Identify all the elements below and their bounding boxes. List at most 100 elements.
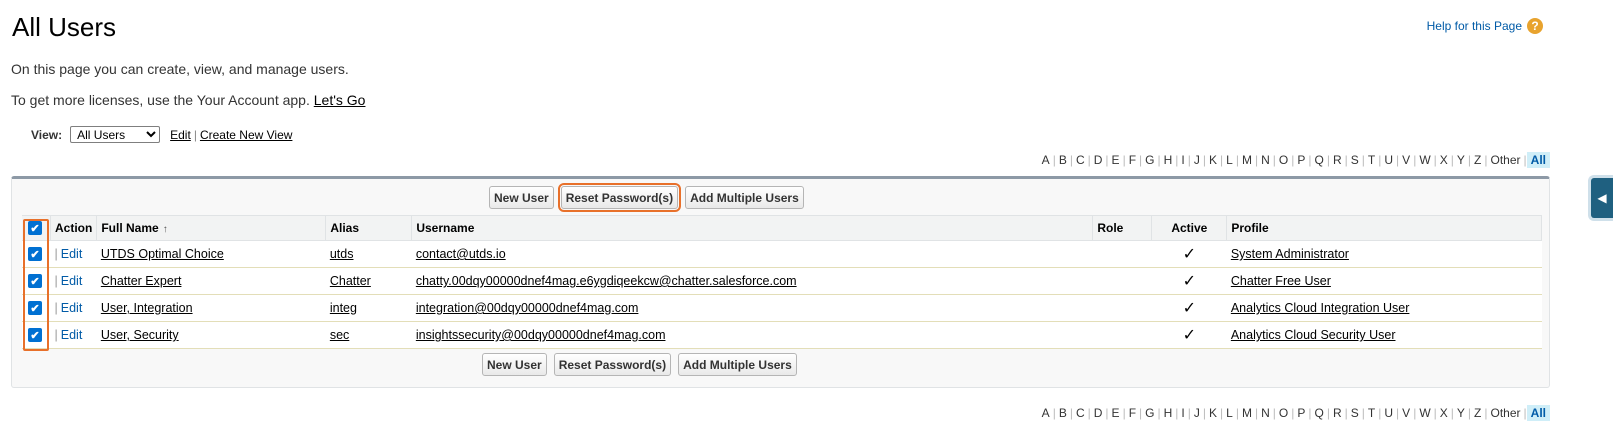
alpha-filter-other[interactable]: Other — [1488, 153, 1524, 167]
alpha-filter-a[interactable]: A — [1039, 153, 1053, 167]
reset-password-button[interactable]: Reset Password(s) — [557, 183, 682, 212]
view-select[interactable]: All Users — [70, 126, 161, 143]
alpha-filter-q[interactable]: Q — [1312, 153, 1327, 167]
alpha-filter-l[interactable]: L — [1223, 406, 1236, 420]
profile-link[interactable]: Analytics Cloud Security User — [1231, 328, 1396, 342]
reset-password-button-bottom[interactable]: Reset Password(s) — [553, 353, 672, 376]
alpha-filter-u[interactable]: U — [1381, 406, 1396, 420]
add-multiple-users-button[interactable]: Add Multiple Users — [685, 186, 804, 209]
alpha-filter-j[interactable]: J — [1191, 406, 1203, 420]
column-role[interactable]: Role — [1092, 215, 1153, 241]
alpha-filter-r[interactable]: R — [1330, 406, 1345, 420]
alpha-filter-e[interactable]: E — [1109, 153, 1123, 167]
profile-link[interactable]: System Administrator — [1231, 247, 1349, 261]
alpha-filter-m[interactable]: M — [1239, 153, 1255, 167]
alpha-filter-y[interactable]: Y — [1454, 153, 1468, 167]
alias-link[interactable]: integ — [330, 301, 357, 315]
edit-user-link[interactable]: Edit — [61, 247, 83, 261]
alpha-filter-g[interactable]: G — [1142, 406, 1157, 420]
alpha-filter-p[interactable]: P — [1294, 153, 1308, 167]
alpha-filter-y[interactable]: Y — [1454, 406, 1468, 420]
alpha-filter-f[interactable]: F — [1126, 406, 1139, 420]
select-all-header[interactable]: ✔ — [22, 215, 51, 241]
row-select-cell[interactable]: ✔ — [22, 240, 51, 268]
alpha-filter-h[interactable]: H — [1161, 406, 1176, 420]
alpha-filter-t[interactable]: T — [1365, 406, 1378, 420]
alpha-filter-v[interactable]: V — [1399, 153, 1413, 167]
alpha-filter-w[interactable]: W — [1416, 153, 1433, 167]
help-link[interactable]: Help for this Page ? — [1427, 18, 1543, 34]
alpha-filter-k[interactable]: K — [1206, 153, 1220, 167]
alpha-filter-a[interactable]: A — [1039, 406, 1053, 420]
alpha-filter-x[interactable]: X — [1437, 406, 1451, 420]
alpha-filter-q[interactable]: Q — [1312, 406, 1327, 420]
alpha-filter-all[interactable]: All — [1526, 405, 1550, 421]
full-name-link[interactable]: UTDS Optimal Choice — [101, 247, 224, 261]
row-select-cell[interactable]: ✔ — [22, 321, 51, 349]
column-profile[interactable]: Profile — [1226, 215, 1542, 241]
alpha-filter-d[interactable]: D — [1091, 153, 1106, 167]
alias-link[interactable]: utds — [330, 247, 354, 261]
alpha-filter-l[interactable]: L — [1223, 153, 1236, 167]
alpha-filter-t[interactable]: T — [1365, 153, 1378, 167]
column-alias[interactable]: Alias — [325, 215, 413, 241]
alpha-filter-i[interactable]: I — [1178, 406, 1187, 420]
alpha-filter-v[interactable]: V — [1399, 406, 1413, 420]
alpha-filter-j[interactable]: J — [1191, 153, 1203, 167]
row-checkbox[interactable]: ✔ — [28, 328, 42, 343]
alpha-filter-other[interactable]: Other — [1488, 406, 1524, 420]
alpha-filter-o[interactable]: O — [1276, 153, 1291, 167]
alpha-filter-u[interactable]: U — [1381, 153, 1396, 167]
alpha-filter-h[interactable]: H — [1161, 153, 1176, 167]
row-select-cell[interactable]: ✔ — [22, 294, 51, 322]
alias-link[interactable]: sec — [330, 328, 349, 342]
edit-user-link[interactable]: Edit — [61, 328, 83, 342]
row-checkbox[interactable]: ✔ — [28, 274, 42, 289]
alpha-filter-m[interactable]: M — [1239, 406, 1255, 420]
alpha-filter-b[interactable]: B — [1056, 153, 1070, 167]
full-name-link[interactable]: Chatter Expert — [101, 274, 182, 288]
sidebar-toggle[interactable]: ◀ — [1588, 175, 1613, 221]
alpha-filter-k[interactable]: K — [1206, 406, 1220, 420]
alpha-filter-g[interactable]: G — [1142, 153, 1157, 167]
alpha-filter-c[interactable]: C — [1073, 153, 1088, 167]
username-link[interactable]: chatty.00dqy00000dnef4mag.e6ygdiqeekcw@c… — [416, 274, 797, 288]
alpha-filter-w[interactable]: W — [1416, 406, 1433, 420]
profile-link[interactable]: Analytics Cloud Integration User — [1231, 301, 1410, 315]
full-name-link[interactable]: User, Integration — [101, 301, 193, 315]
alpha-filter-p[interactable]: P — [1294, 406, 1308, 420]
alpha-filter-all[interactable]: All — [1526, 152, 1550, 168]
new-user-button[interactable]: New User — [489, 186, 554, 209]
alpha-filter-c[interactable]: C — [1073, 406, 1088, 420]
username-link[interactable]: insightssecurity@00dqy00000dnef4mag.com — [416, 328, 666, 342]
lets-go-link[interactable]: Let's Go — [314, 92, 366, 108]
alpha-filter-n[interactable]: N — [1258, 406, 1273, 420]
column-active[interactable]: Active — [1151, 215, 1228, 241]
alpha-filter-d[interactable]: D — [1091, 406, 1106, 420]
alpha-filter-s[interactable]: S — [1348, 153, 1362, 167]
alpha-filter-r[interactable]: R — [1330, 153, 1345, 167]
profile-link[interactable]: Chatter Free User — [1231, 274, 1331, 288]
row-select-cell[interactable]: ✔ — [22, 267, 51, 295]
alpha-filter-e[interactable]: E — [1109, 406, 1123, 420]
username-link[interactable]: integration@00dqy00000dnef4mag.com — [416, 301, 639, 315]
new-user-button-bottom[interactable]: New User — [482, 353, 547, 376]
alpha-filter-n[interactable]: N — [1258, 153, 1273, 167]
alpha-filter-f[interactable]: F — [1126, 153, 1139, 167]
alpha-filter-o[interactable]: O — [1276, 406, 1291, 420]
edit-user-link[interactable]: Edit — [61, 274, 83, 288]
alpha-filter-z[interactable]: Z — [1471, 153, 1484, 167]
alias-link[interactable]: Chatter — [330, 274, 371, 288]
row-checkbox[interactable]: ✔ — [28, 247, 42, 262]
edit-view-link[interactable]: Edit — [170, 128, 191, 142]
edit-user-link[interactable]: Edit — [61, 301, 83, 315]
alpha-filter-x[interactable]: X — [1437, 153, 1451, 167]
alpha-filter-z[interactable]: Z — [1471, 406, 1484, 420]
add-multiple-users-button-bottom[interactable]: Add Multiple Users — [678, 353, 797, 376]
create-new-view-link[interactable]: Create New View — [200, 128, 292, 142]
select-all-checkbox[interactable]: ✔ — [28, 221, 42, 236]
alpha-filter-s[interactable]: S — [1348, 406, 1362, 420]
row-checkbox[interactable]: ✔ — [28, 301, 42, 316]
username-link[interactable]: contact@utds.io — [416, 247, 506, 261]
column-username[interactable]: Username — [411, 215, 1094, 241]
